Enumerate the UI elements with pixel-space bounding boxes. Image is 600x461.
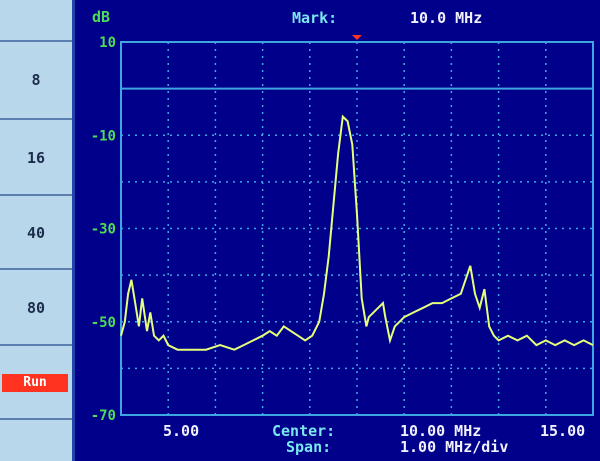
y-tick-label: -10	[91, 128, 116, 144]
marker-triangle-icon[interactable]	[352, 35, 362, 40]
analyzer-screen: 8 16 40 80 Run dB Mark: 10.0 MHz 10 -10 -3…	[0, 0, 600, 461]
spectrum-plot: 10 -10 -30 -50 -70	[91, 35, 594, 424]
y-tick-label: -30	[91, 222, 116, 238]
span-label: Span:	[286, 438, 332, 456]
x-start-label: 5.00	[163, 422, 200, 440]
y-tick-labels: 10 -10 -30 -50 -70	[91, 35, 116, 424]
y-tick-label: 10	[99, 35, 116, 51]
y-tick-label: -50	[91, 315, 116, 331]
x-end-label: 15.00	[540, 422, 586, 440]
spectrum-trace	[120, 114, 594, 351]
span-value: 1.00 MHz/div	[400, 438, 509, 456]
y-tick-label: -70	[91, 408, 116, 424]
